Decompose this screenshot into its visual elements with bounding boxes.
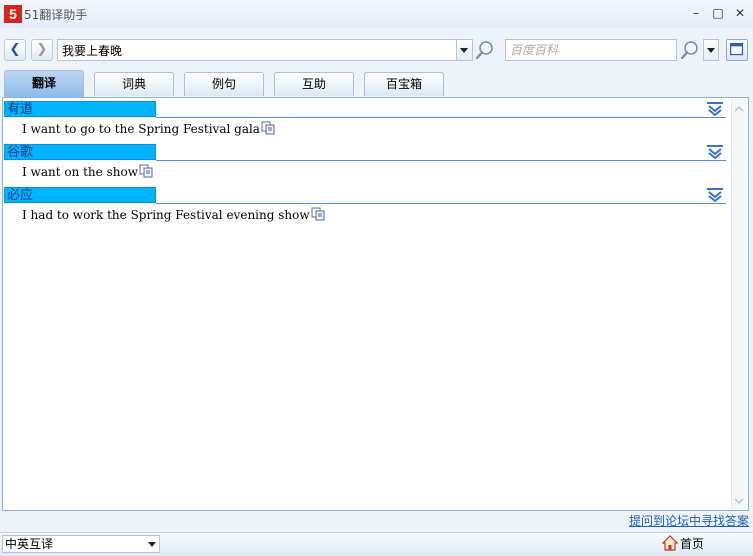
baidu-search-button[interactable] xyxy=(679,38,701,62)
scroll-down-arrow[interactable] xyxy=(733,495,745,507)
app-logo-icon: 5 xyxy=(4,5,22,23)
tab-translate[interactable]: 翻译 xyxy=(4,70,84,97)
double-chevron-down-icon xyxy=(707,102,723,117)
translation-text: I want on the show xyxy=(22,165,138,179)
window-mode-button[interactable] xyxy=(726,39,748,61)
baidu-options-dropdown[interactable] xyxy=(703,39,719,61)
source-header-bing: 必应 xyxy=(4,187,156,203)
collapse-bing-button[interactable] xyxy=(706,187,724,203)
query-history-dropdown[interactable] xyxy=(457,39,473,61)
search-icon xyxy=(680,41,698,60)
double-chevron-down-icon xyxy=(707,188,723,203)
translation-text: I had to work the Spring Festival evenin… xyxy=(22,208,310,222)
translation-result-google: I want on the show xyxy=(22,164,153,179)
scroll-up-arrow[interactable] xyxy=(733,103,745,115)
copy-icon[interactable] xyxy=(139,164,153,178)
chevron-up-icon xyxy=(734,105,744,112)
copy-icon[interactable] xyxy=(311,207,325,221)
translation-result-youdao: I want to go to the Spring Festival gala xyxy=(22,121,275,136)
window-icon xyxy=(730,43,744,56)
translation-result-bing: I had to work the Spring Festival evenin… xyxy=(22,207,325,222)
minimize-button[interactable]: – xyxy=(686,4,706,22)
back-button[interactable]: ❮ xyxy=(4,39,26,61)
chevron-down-icon xyxy=(148,542,156,547)
tab-mutual-help[interactable]: 互助 xyxy=(274,72,354,96)
baidu-baike-input[interactable] xyxy=(505,39,677,61)
chevron-down-icon xyxy=(734,498,744,505)
window-title: 51翻译助手 xyxy=(24,8,88,22)
collapse-google-button[interactable] xyxy=(706,144,724,160)
divider xyxy=(156,160,726,161)
ask-forum-link[interactable]: 提问到论坛中寻找答案 xyxy=(629,512,749,529)
forward-button[interactable]: ❯ xyxy=(31,39,53,61)
title-bar xyxy=(0,0,753,28)
home-icon xyxy=(661,535,679,551)
translate-search-button[interactable] xyxy=(474,38,496,62)
divider xyxy=(156,117,726,118)
home-button[interactable]: 首页 xyxy=(661,534,722,554)
vertical-scrollbar[interactable] xyxy=(731,99,747,509)
collapse-youdao-button[interactable] xyxy=(706,101,724,117)
source-header-google: 谷歌 xyxy=(4,144,156,160)
home-label: 首页 xyxy=(680,537,705,551)
translation-text: I want to go to the Spring Festival gala xyxy=(22,122,260,136)
language-mode-value: 中英互译 xyxy=(5,537,54,551)
double-chevron-down-icon xyxy=(707,145,723,160)
source-header-youdao: 有道 xyxy=(4,101,156,117)
tab-toolbox[interactable]: 百宝箱 xyxy=(364,72,444,96)
search-icon xyxy=(475,41,493,60)
copy-icon[interactable] xyxy=(261,121,275,135)
divider xyxy=(156,203,726,204)
tab-example-sentences[interactable]: 例句 xyxy=(184,72,264,96)
close-button[interactable]: ✕ xyxy=(730,4,750,22)
maximize-button[interactable]: □ xyxy=(708,4,728,22)
query-input[interactable] xyxy=(57,39,457,61)
language-mode-select[interactable]: 中英互译 xyxy=(2,535,160,553)
tab-dictionary[interactable]: 词典 xyxy=(94,72,174,96)
